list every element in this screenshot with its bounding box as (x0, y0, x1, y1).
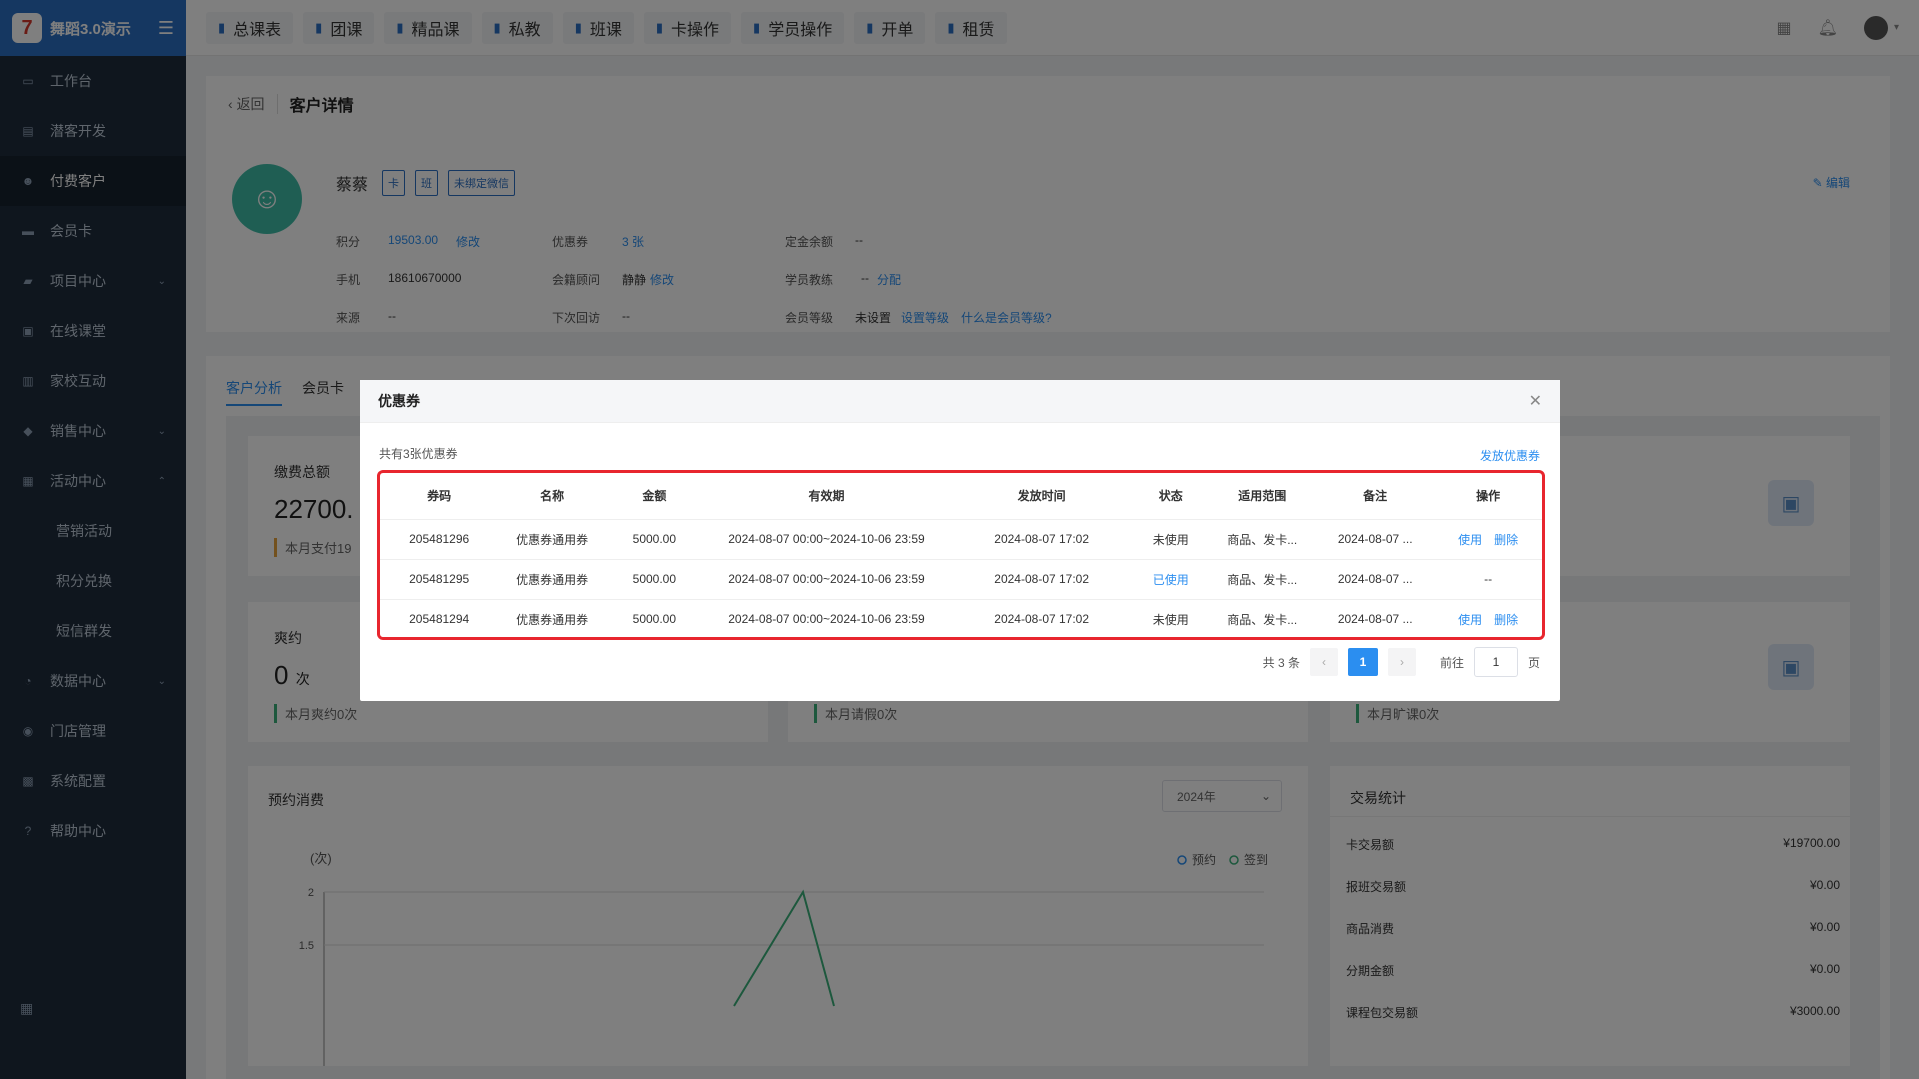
pagination: 共 3 条 ‹ 1 › 前往 页 (1263, 647, 1540, 677)
table-row: 205481294 优惠券通用券 5000.00 2024-08-07 00:00~2… (380, 599, 1542, 637)
issue-coupon-link[interactable]: 发放优惠券 (1480, 447, 1540, 464)
delete-coupon-button[interactable]: 删除 (1494, 613, 1518, 627)
cell-validity: 2024-08-07 00:00~2024-10-06 23:59 (728, 612, 925, 627)
cell-note: 2024-08-07 ... (1337, 612, 1413, 627)
dialog-header: 优惠券 ✕ (360, 380, 1560, 423)
cell-actions: 使用 删除 (1434, 599, 1542, 637)
column-header: 状态 (1133, 473, 1209, 520)
cell-code: 205481296 (380, 519, 499, 560)
cell-issued: 2024-08-07 17:02 (950, 519, 1134, 560)
column-header: 有效期 (702, 473, 951, 520)
pager-total: 共 3 条 (1262, 655, 1300, 670)
cell-note: 2024-08-07 ... (1316, 519, 1435, 560)
cell-amount: 5000.00 (605, 559, 703, 600)
next-page-icon[interactable]: › (1387, 648, 1416, 676)
cell-issued: 2024-08-07 17:02 (994, 612, 1090, 627)
cell-status: 已使用 (1133, 559, 1209, 600)
cell-validity: 2024-08-07 00:00~2024-10-06 23:59 (702, 559, 951, 600)
cell-code: 205481295 (380, 559, 499, 600)
cell-name: 优惠券通用券 (498, 559, 606, 600)
table-header-row: 券码 名称 金额 有效期 发放时间 状态 适用范围 备注 操作 (380, 473, 1542, 520)
close-icon[interactable]: ✕ (1529, 391, 1542, 411)
table-row: 205481295 优惠券通用券 5000.00 2024-08-07 00:00~2… (380, 559, 1542, 600)
pager-unit: 页 (1527, 655, 1540, 670)
coupon-table-highlight: 券码 名称 金额 有效期 发放时间 状态 适用范围 备注 操作 205481296 优惠券通用券 5… (377, 470, 1545, 640)
coupon-dialog: 优惠券 ✕ 共有3张优惠券 发放优惠券 券码 名称 金额 有效期 发放时间 状态 适用范围备… (360, 380, 1560, 701)
prev-page-icon[interactable]: ‹ (1309, 648, 1338, 676)
page-current[interactable]: 1 (1347, 648, 1378, 676)
table-row: 205481296 优惠券通用券 5000.00 2024-08-07 00:00~2… (380, 519, 1542, 560)
column-header: 名称 (498, 473, 606, 520)
cell-name: 优惠券通用券 (498, 519, 606, 560)
cell-code: 205481294 (409, 612, 470, 627)
column-header: 券码 (380, 473, 499, 520)
cell-status: 未使用 (1152, 612, 1189, 627)
table-body: 205481296 优惠券通用券 5000.00 2024-08-07 00:00~2… (380, 519, 1542, 637)
cell-scope: 商品、发卡... (1227, 612, 1298, 627)
cell-amount: 5000.00 (632, 612, 677, 627)
dialog-title: 优惠券 (378, 393, 420, 409)
cell-name: 优惠券通用券 (516, 612, 589, 627)
cell-status: 未使用 (1133, 519, 1209, 560)
cell-scope: 商品、发卡... (1208, 559, 1316, 600)
cell-validity: 2024-08-07 00:00~2024-10-06 23:59 (702, 519, 951, 560)
coupon-table: 券码 名称 金额 有效期 发放时间 状态 适用范围 备注 操作 205481296 优惠券通用券 5… (380, 473, 1542, 637)
use-coupon-button[interactable]: 使用 (1458, 613, 1482, 627)
delete-coupon-button[interactable]: 删除 (1494, 533, 1518, 547)
use-coupon-button[interactable]: 使用 (1458, 533, 1482, 547)
cell-actions: -- (1434, 559, 1542, 600)
no-action: -- (1484, 572, 1493, 586)
page-jump-input[interactable] (1473, 647, 1518, 677)
column-header: 适用范围 (1208, 473, 1316, 520)
pager-goto-label: 前往 (1439, 655, 1464, 670)
column-header: 备注 (1316, 473, 1435, 520)
column-header: 金额 (605, 473, 703, 520)
column-header: 发放时间 (950, 473, 1134, 520)
cell-scope: 商品、发卡... (1208, 519, 1316, 560)
coupon-count-text: 共有3张优惠券 (379, 447, 458, 461)
cell-actions: 使用 删除 (1434, 519, 1542, 560)
cell-note: 2024-08-07 ... (1316, 559, 1435, 600)
column-header: 操作 (1434, 473, 1542, 520)
cell-amount: 5000.00 (605, 519, 703, 560)
cell-issued: 2024-08-07 17:02 (950, 559, 1134, 600)
